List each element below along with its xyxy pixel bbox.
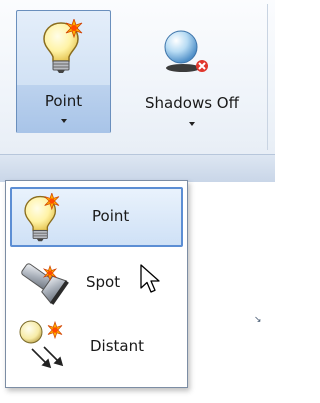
- shadows-button-label: Shadows Off: [145, 94, 239, 112]
- chevron-down-icon: [61, 119, 67, 123]
- menu-item-label: Spot: [86, 273, 121, 291]
- point-light-button-main[interactable]: [17, 11, 110, 86]
- ribbon-group-separator: [267, 4, 268, 150]
- ribbon-panel: Point Shadows Off ↘: [0, 0, 275, 325]
- dialog-launcher-icon[interactable]: ↘: [254, 316, 263, 325]
- point-button-label: Point: [44, 92, 83, 110]
- shadows-off-icon: [164, 30, 208, 72]
- ribbon-panel-footer: ↘: [0, 154, 275, 325]
- menu-item-label: Distant: [90, 337, 144, 355]
- chevron-down-icon[interactable]: [189, 122, 195, 126]
- menu-item-label: Point: [92, 207, 130, 225]
- point-light-bulb-icon: [43, 19, 83, 73]
- spotlight-flashlight-icon: [21, 263, 69, 305]
- menu-item-distant[interactable]: Distant: [10, 315, 183, 375]
- menu-item-point[interactable]: Point: [10, 187, 183, 247]
- point-light-bulb-icon: [24, 193, 60, 242]
- shadows-off-button[interactable]: Shadows Off: [117, 10, 267, 133]
- mouse-pointer-icon: [140, 264, 160, 293]
- point-light-button-dropdown[interactable]: Point: [17, 85, 110, 133]
- distant-light-icon: [19, 320, 64, 369]
- point-light-button[interactable]: Point: [16, 10, 111, 133]
